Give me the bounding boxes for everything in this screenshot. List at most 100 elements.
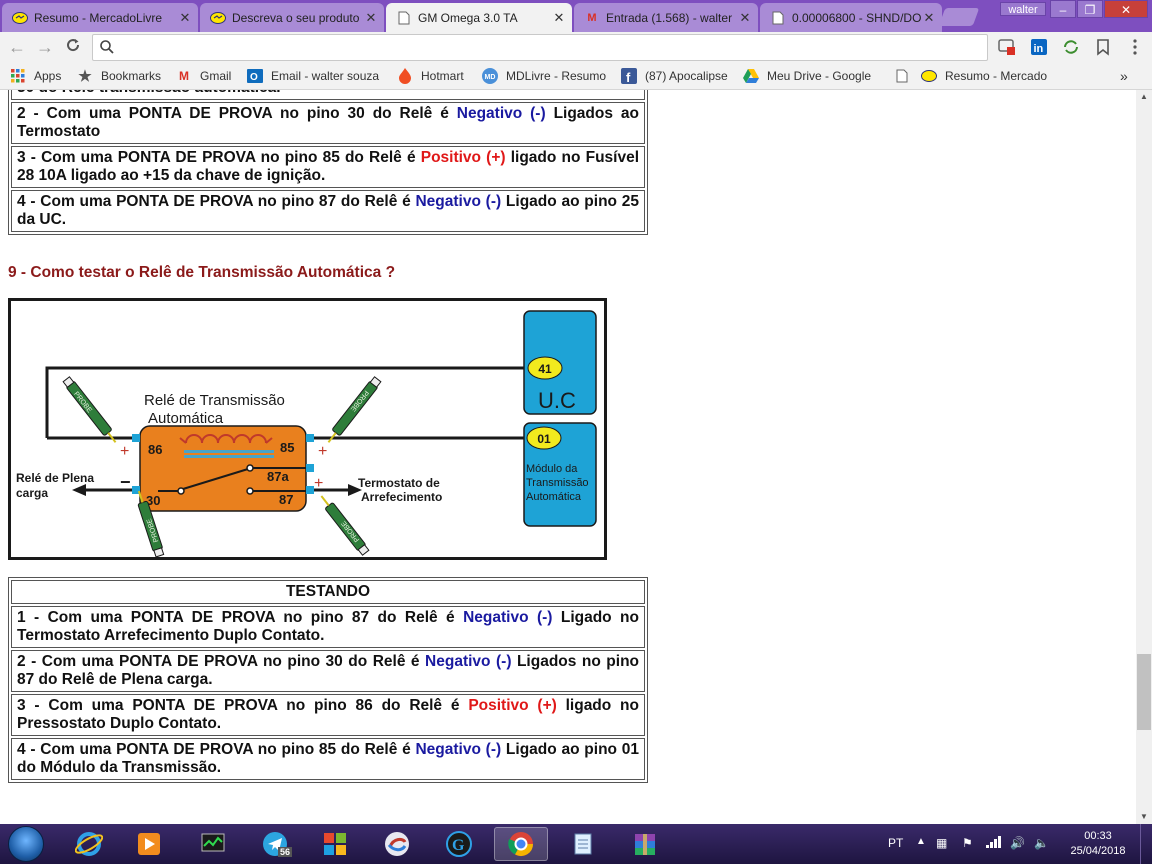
table-cell: 1 - Com uma PONTA DE PROVA no pino 87 do… [11,606,645,648]
user-profile-button[interactable]: walter [1000,2,1046,16]
relay-title-line-2: Automática [148,410,224,427]
task-manager-icon[interactable] [186,827,240,861]
close-window-button[interactable]: ✕ [1104,0,1148,18]
skype-style-icon[interactable] [370,827,424,861]
terminal-87 [306,486,314,494]
bookmark-label: MDLivre - Resumo [506,69,607,83]
top-info-table: 30 do Relê transmissão automática. 2 - C… [8,90,648,235]
extension-sync-icon[interactable] [1062,38,1080,56]
table-cell: 3 - Com uma PONTA DE PROVA no pino 86 do… [11,694,645,736]
plus-sign-87: + [314,475,323,492]
bookmark-page[interactable] [894,68,918,84]
mute-icon[interactable]: 🔈 [1034,836,1049,850]
tab-close-icon[interactable]: ✕ [552,10,566,26]
relay-title-line-1: Relé de Transmissão [144,392,285,409]
internet-explorer-icon[interactable] [62,827,116,861]
office-app-icon[interactable] [308,827,362,861]
browser-toolbar: ← → in [0,32,1152,62]
gmail-icon: M [587,11,597,24]
pin-87-label: 87 [279,492,293,507]
tab-resumo-mercadolivre[interactable]: Resumo - MercadoLivre ✕ [2,3,198,32]
forward-button[interactable]: → [34,36,56,58]
bookmark-bookmarks[interactable]: ★ Bookmarks [77,68,161,85]
page-icon [770,10,786,26]
minimize-button[interactable]: – [1050,0,1076,18]
module-pin-label: 01 [537,432,551,446]
svg-text:O: O [250,72,258,83]
bookmark-apps[interactable]: Apps [10,68,61,84]
maximize-button[interactable]: ❐ [1077,0,1103,18]
cursive-app-icon[interactable]: G [432,827,486,861]
bookmark-resumo-mercado[interactable]: Resumo - Mercado [921,68,1061,84]
tab-close-icon[interactable]: ✕ [178,10,192,26]
bookmark-icon[interactable] [1094,38,1112,56]
bookmark-label: Apps [34,69,62,83]
linkedin-icon[interactable]: in [1030,38,1048,56]
table-row: 30 do Relê transmissão automática. [11,90,645,100]
table-header: TESTANDO [11,580,645,604]
clock-time: 00:33 [1084,830,1112,842]
system-clock[interactable]: 00:33 25/04/2018 [1062,829,1134,859]
reload-icon [67,39,80,52]
clock-date: 25/04/2018 [1070,845,1126,857]
thermostat-label-1: Termostato de [358,476,440,490]
start-button[interactable] [8,826,44,862]
bookmark-label: Resumo - Mercado [945,69,1048,83]
bookmark-hotmart[interactable]: Hotmart [397,68,464,84]
reload-button[interactable] [62,36,84,58]
facebook-icon: f [621,68,637,84]
drive-icon [743,68,759,84]
bookmark-label: Gmail [200,69,232,83]
volume-icon[interactable]: 🔊 [1010,836,1025,850]
tray-expand-icon[interactable]: ▲ [916,836,926,847]
tab-close-icon[interactable]: ✕ [922,10,936,26]
tab-shnd[interactable]: 0.00006800 - SHND/DO ✕ [760,3,942,32]
terminal-87a [306,464,314,472]
table-cell: 2 - Com uma PONTA DE PROVA no pino 30 do… [11,102,645,144]
telegram-badge: 56 [278,847,293,857]
bookmark-facebook[interactable]: f (87) Apocalipse [621,68,728,84]
bookmark-gmail[interactable]: M Gmail [176,68,231,84]
tab-gmail-entrada[interactable]: M Entrada (1.568) - walter ✕ [574,3,758,32]
address-bar[interactable] [92,34,988,61]
mercadolivre-icon [210,10,226,26]
tab-close-icon[interactable]: ✕ [738,10,752,26]
address-input[interactable] [121,38,971,57]
tray-app-icon[interactable]: ▦ [936,836,947,850]
gmail-icon: M [179,69,189,83]
page-icon [396,10,412,26]
tab-descreva-produto[interactable]: Descreva o seu produto ✕ [200,3,384,32]
more-bookmarks-button[interactable]: » [1120,68,1128,84]
back-button[interactable]: ← [6,36,28,58]
pin-86-label: 86 [148,442,162,457]
module-label-1: Módulo da [526,463,578,475]
telegram-icon[interactable]: 56 [248,827,302,861]
chrome-icon[interactable] [494,827,548,861]
action-center-icon[interactable]: ⚑ [962,836,973,850]
bookmark-mdlivre[interactable]: MD MDLivre - Resumo [482,68,606,84]
table-row: 4 - Com uma PONTA DE PROVA no pino 87 do… [11,190,645,232]
scrollbar-thumb[interactable] [1137,654,1151,730]
bookmark-drive[interactable]: Meu Drive - Google [743,68,871,84]
new-tab-button[interactable] [938,8,980,26]
tab-label: 0.00006800 - SHND/DO [792,10,922,25]
extension-cast-icon[interactable] [998,38,1016,56]
bookmark-email[interactable]: O Email - walter souza [247,68,379,84]
network-icon[interactable] [986,836,1002,851]
scroll-up-icon[interactable]: ▲ [1136,90,1152,104]
media-player-icon[interactable] [122,827,176,861]
uc-label: U.C [538,388,576,413]
scroll-down-icon[interactable]: ▼ [1136,810,1152,824]
show-desktop-button[interactable] [1140,824,1152,864]
winrar-icon[interactable] [618,827,672,861]
language-indicator[interactable]: PT [888,836,903,850]
tab-gm-omega[interactable]: GM Omega 3.0 TA ✕ [386,3,572,32]
notepad-icon[interactable] [556,827,610,861]
tab-close-icon[interactable]: ✕ [364,10,378,26]
page-icon [894,68,910,84]
terminal-85 [306,434,314,442]
tab-label: Resumo - MercadoLivre [34,10,163,25]
section-title: 9 - Como testar o Relê de Transmissão Au… [8,264,396,281]
table-cell: 3 - Com uma PONTA DE PROVA no pino 85 do… [11,146,645,188]
menu-icon[interactable] [1126,38,1144,56]
